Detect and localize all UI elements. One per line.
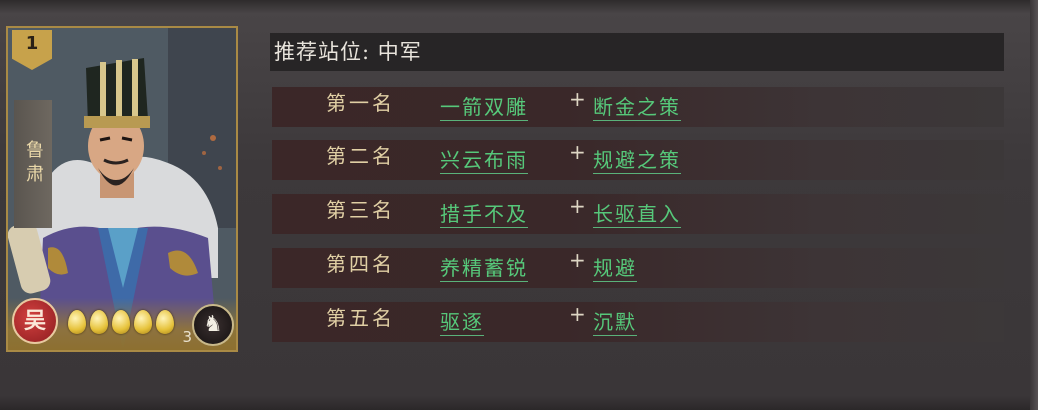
general-card[interactable]: 1 鲁肃 吴 3 ♞ [6, 26, 238, 352]
rank-label: 第四名 [326, 252, 395, 276]
panel-top-edge [0, 0, 1038, 14]
cost-value: 3 [182, 328, 192, 346]
cost-pip-icon [134, 310, 152, 334]
rank-label: 第五名 [326, 306, 395, 330]
skill-link[interactable]: 沉默 [593, 306, 637, 336]
skill-link[interactable]: 规避 [593, 252, 637, 282]
cost-pips [68, 310, 174, 334]
panel-right-edge [1030, 0, 1038, 410]
plus-sign: + [569, 248, 586, 272]
skill-link[interactable]: 兴云布雨 [440, 144, 528, 174]
plus-sign: + [569, 194, 586, 218]
rank-label: 第三名 [326, 198, 395, 222]
cost-pip-icon [112, 310, 130, 334]
plus-sign: + [569, 140, 586, 164]
skill-link[interactable]: 驱逐 [440, 306, 484, 336]
rank-row-5: 第五名 驱逐 + 沉默 [272, 302, 1004, 342]
cost-pip-icon [156, 310, 174, 334]
skill-link[interactable]: 养精蓄锐 [440, 252, 528, 282]
rank-row-3: 第三名 措手不及 + 长驱直入 [272, 194, 1004, 234]
skill-link[interactable]: 措手不及 [440, 198, 528, 228]
cost-pip-icon [68, 310, 86, 334]
general-name: 鲁肃 [14, 100, 52, 228]
skill-link[interactable]: 一箭双雕 [440, 91, 528, 121]
skill-link[interactable]: 长驱直入 [593, 198, 681, 228]
rank-row-4: 第四名 养精蓄锐 + 规避 [272, 248, 1004, 288]
rank-row-1: 第一名 一箭双雕 + 断金之策 [272, 87, 1004, 127]
cost-pip-icon [90, 310, 108, 334]
skill-link[interactable]: 规避之策 [593, 144, 681, 174]
horse-icon: ♞ [192, 304, 234, 346]
faction-badge: 吴 [12, 298, 58, 344]
rank-label: 第二名 [326, 144, 395, 168]
rank-row-2: 第二名 兴云布雨 + 规避之策 [272, 140, 1004, 180]
recommended-position: 推荐站位: 中军 [270, 33, 1004, 71]
skill-link[interactable]: 断金之策 [593, 91, 681, 121]
panel-bottom-edge [0, 396, 1038, 410]
plus-sign: + [569, 87, 586, 111]
rank-label: 第一名 [326, 91, 395, 115]
plus-sign: + [569, 302, 586, 326]
